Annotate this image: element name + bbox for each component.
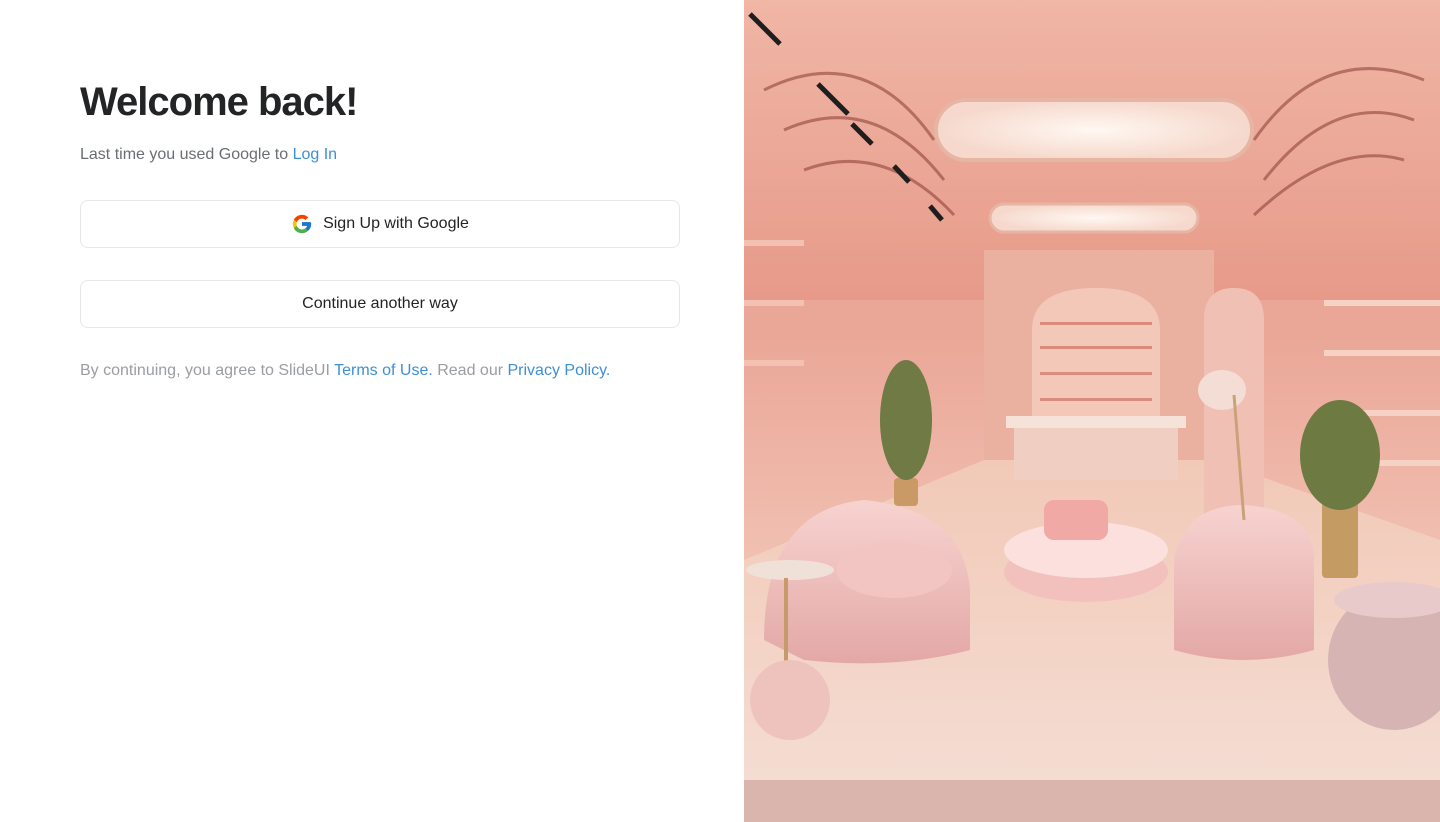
login-panel: Welcome back! Last time you used Google … bbox=[0, 0, 744, 822]
legal-prefix: By continuing, you agree to SlideUI bbox=[80, 362, 335, 379]
last-login-hint: Last time you used Google to Log In bbox=[80, 146, 337, 164]
legal-notice: By continuing, you agree to SlideUI Term… bbox=[80, 362, 610, 380]
google-sign-up-button[interactable]: Sign Up with Google bbox=[80, 200, 680, 248]
page-title: Welcome back! bbox=[80, 80, 358, 124]
last-login-text: Last time you used Google to bbox=[80, 146, 293, 163]
google-icon bbox=[292, 214, 312, 234]
log-in-link[interactable]: Log In bbox=[293, 146, 337, 163]
privacy-policy-link[interactable]: Privacy Policy. bbox=[508, 362, 611, 379]
legal-middle: Read our bbox=[432, 362, 508, 379]
terms-of-use-link[interactable]: Terms of Use. bbox=[334, 362, 433, 379]
hero-image bbox=[744, 0, 1440, 822]
google-button-label: Sign Up with Google bbox=[323, 215, 469, 232]
pink-boutique-interior-illustration bbox=[744, 0, 1440, 822]
continue-button-label: Continue another way bbox=[302, 295, 458, 312]
continue-another-way-button[interactable]: Continue another way bbox=[80, 280, 680, 328]
